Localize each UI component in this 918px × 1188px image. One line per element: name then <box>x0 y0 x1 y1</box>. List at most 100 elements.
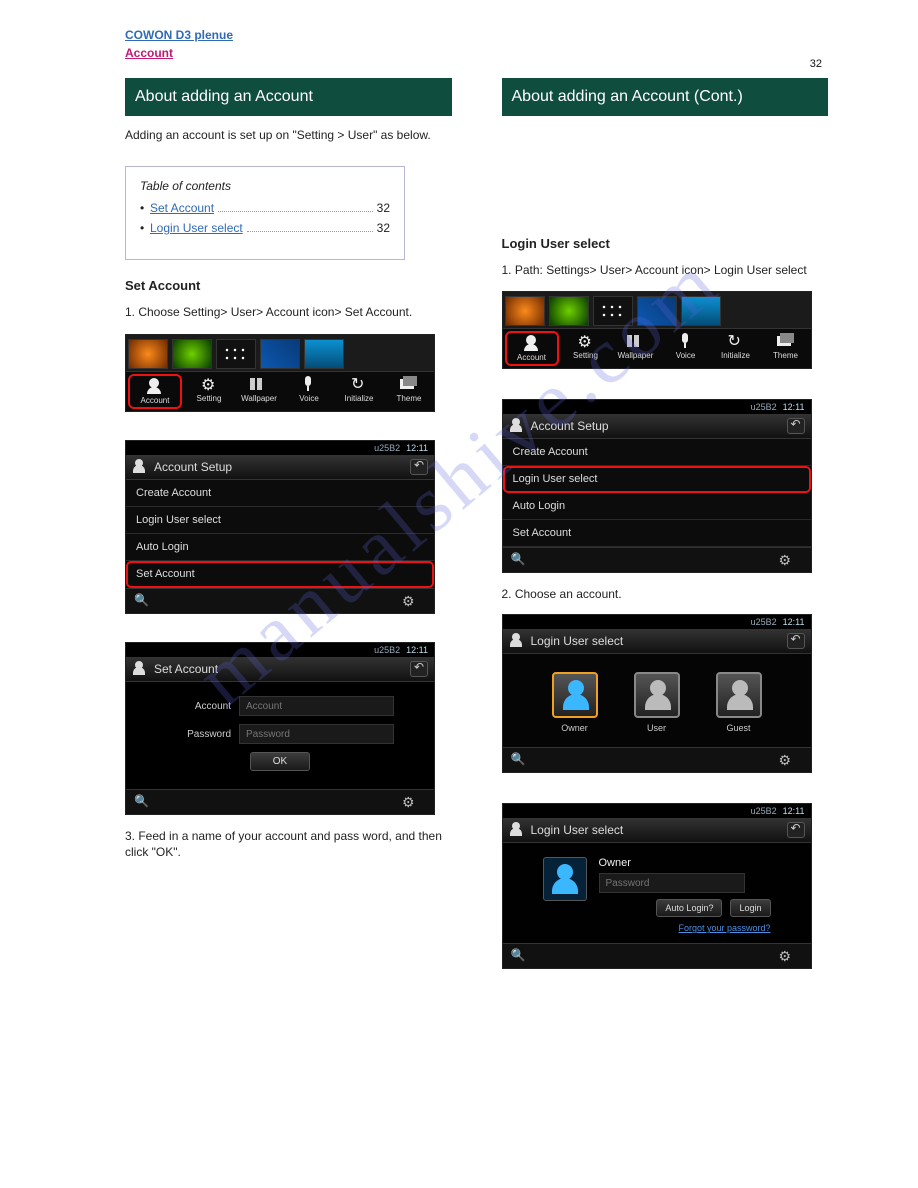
password-input[interactable] <box>239 724 394 744</box>
nav-wallpaper[interactable]: Wallpaper <box>234 372 284 411</box>
screenshot-launcher: Account Setting Wallpaper Voice Initiali… <box>502 291 812 369</box>
search-icon[interactable] <box>134 593 158 609</box>
user-name: User <box>627 723 687 733</box>
toc-page: 32 <box>377 221 390 235</box>
menu-create-account[interactable]: Create Account <box>126 480 434 507</box>
nav-initialize[interactable]: Initialize <box>334 372 384 411</box>
search-icon[interactable] <box>511 752 535 768</box>
subheading-set-account: Set Account <box>125 278 452 293</box>
nav-label: Wallpaper <box>618 351 654 360</box>
nav-voice[interactable]: Voice <box>284 372 334 411</box>
menu-login-user-select[interactable]: Login User select <box>126 507 434 534</box>
toc-page: 32 <box>377 201 390 215</box>
step-text: 3. Feed in a name of your account and pa… <box>125 829 452 860</box>
menu-set-account[interactable]: Set Account <box>503 520 811 547</box>
screenshot-account-setup-setaccount: 12:11 Account Setup Create Account Login… <box>125 440 435 614</box>
refresh-icon <box>725 333 747 349</box>
user-tile-owner[interactable]: Owner <box>545 672 605 733</box>
account-input[interactable] <box>239 696 394 716</box>
settings-icon[interactable] <box>779 948 803 964</box>
menu-login-user-select[interactable]: Login User select <box>503 466 811 493</box>
nav-label: Initialize <box>345 394 374 403</box>
nav-account[interactable]: Account <box>505 331 559 366</box>
avatar-icon <box>543 857 587 901</box>
wallpaper-icon <box>625 333 647 349</box>
menu-set-account[interactable]: Set Account <box>126 561 434 588</box>
login-password-input[interactable] <box>599 873 745 893</box>
table-of-contents: Table of contents • Set Account 32 • Log… <box>125 166 405 260</box>
back-button[interactable] <box>410 459 428 475</box>
menu-auto-login[interactable]: Auto Login <box>126 534 434 561</box>
launcher-tile <box>128 339 168 369</box>
screen-title: Account Setup <box>154 460 232 474</box>
screen-title: Set Account <box>154 662 218 676</box>
screenshot-login-user-select: 12:11 Login User select Owner User Guest <box>502 614 812 773</box>
login-button[interactable]: Login <box>730 899 770 917</box>
nav-label: Theme <box>397 394 422 403</box>
settings-icon[interactable] <box>779 752 803 768</box>
gear-icon <box>198 376 220 392</box>
screenshot-account-setup-login: 12:11 Account Setup Create Account Login… <box>502 399 812 573</box>
mic-icon <box>675 333 697 349</box>
account-icon <box>509 633 525 649</box>
screenshot-set-account-form: 12:11 Set Account Account Password OK <box>125 642 435 815</box>
account-icon <box>521 335 543 351</box>
settings-icon[interactable] <box>402 794 426 810</box>
nav-setting[interactable]: Setting <box>184 372 234 411</box>
nav-label: Voice <box>299 394 319 403</box>
bullet-icon: • <box>140 201 150 215</box>
search-icon[interactable] <box>134 794 158 810</box>
status-time: 12:11 <box>783 806 805 816</box>
auto-login-button[interactable]: Auto Login? <box>656 899 722 917</box>
nav-account[interactable]: Account <box>128 374 182 409</box>
document-page: 32 COWON D3 plenue Account About adding … <box>0 28 918 969</box>
intro-text: Adding an account is set up on "Setting … <box>125 128 452 144</box>
breadcrumb-product: COWON D3 plenue <box>125 28 828 42</box>
back-button[interactable] <box>410 661 428 677</box>
ok-button[interactable]: OK <box>250 752 310 771</box>
search-icon[interactable] <box>511 552 535 568</box>
menu-auto-login[interactable]: Auto Login <box>503 493 811 520</box>
wifi-icon <box>374 443 400 453</box>
launcher-tile <box>260 339 300 369</box>
refresh-icon <box>348 376 370 392</box>
settings-icon[interactable] <box>402 593 426 609</box>
screen-title: Login User select <box>531 634 624 648</box>
toc-leader <box>218 201 373 212</box>
account-label: Account <box>166 701 231 712</box>
nav-theme[interactable]: Theme <box>761 329 811 368</box>
theme-icon <box>775 333 797 349</box>
user-tile-user[interactable]: User <box>627 672 687 733</box>
subheading-login-user-select: Login User select <box>502 236 829 251</box>
nav-theme[interactable]: Theme <box>384 372 434 411</box>
back-button[interactable] <box>787 822 805 838</box>
forgot-password-link[interactable]: Forgot your password? <box>599 923 771 933</box>
toc-leader <box>247 221 373 232</box>
screenshot-launcher: Account Setting Wallpaper Voice Initiali… <box>125 334 435 412</box>
settings-icon[interactable] <box>779 552 803 568</box>
back-button[interactable] <box>787 633 805 649</box>
menu-create-account[interactable]: Create Account <box>503 439 811 466</box>
status-time: 12:11 <box>406 443 428 453</box>
step-text: 1. Path: Settings> User> Account icon> L… <box>502 263 829 279</box>
back-button[interactable] <box>787 418 805 434</box>
nav-wallpaper[interactable]: Wallpaper <box>611 329 661 368</box>
launcher-tile <box>505 296 545 326</box>
nav-label: Account <box>517 353 546 362</box>
launcher-tile <box>172 339 212 369</box>
nav-voice[interactable]: Voice <box>661 329 711 368</box>
wifi-icon <box>751 402 777 412</box>
launcher-tile <box>593 296 633 326</box>
screen-title: Account Setup <box>531 419 609 433</box>
mic-icon <box>298 376 320 392</box>
right-column: About adding an Account (Cont.) Login Us… <box>502 78 829 969</box>
user-tile-guest[interactable]: Guest <box>709 672 769 733</box>
toc-row: • Set Account 32 <box>140 201 390 215</box>
nav-label: Setting <box>573 351 598 360</box>
nav-initialize[interactable]: Initialize <box>711 329 761 368</box>
search-icon[interactable] <box>511 948 535 964</box>
toc-link-login-user-select[interactable]: Login User select <box>150 221 243 235</box>
nav-setting[interactable]: Setting <box>561 329 611 368</box>
step-text: 1. Choose Setting> User> Account icon> S… <box>125 305 452 321</box>
toc-link-set-account[interactable]: Set Account <box>150 201 214 215</box>
